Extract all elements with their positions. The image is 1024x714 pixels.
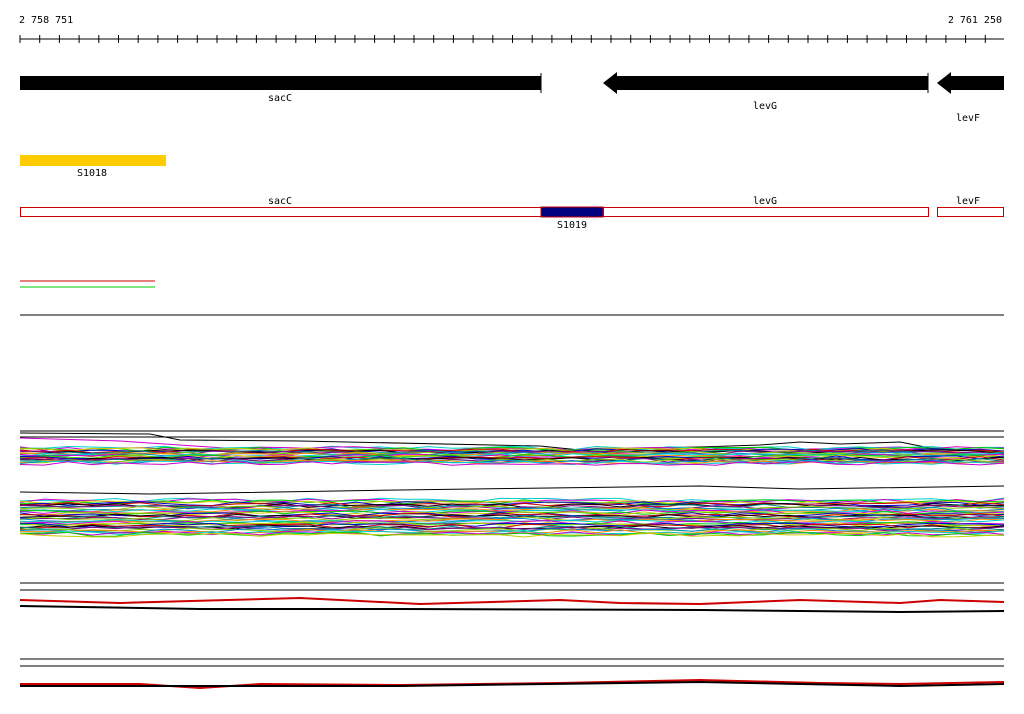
transcript-label-levG: levG (753, 196, 777, 207)
transcript-track[interactable]: sacC levG levF S1019 (20, 196, 1004, 231)
feature-bar-S1019[interactable] (540, 206, 604, 218)
gene-label-levG: levG (753, 101, 777, 112)
feature-label-S1018: S1018 (77, 168, 107, 179)
expression-track-3 (19, 582, 1005, 614)
transcript-label-levF: levF (956, 196, 980, 207)
gene-track[interactable]: sacC levG levF (20, 72, 1004, 124)
transcript-box-sacC[interactable] (20, 207, 542, 217)
coordinate-ruler (19, 35, 1004, 43)
gene-arrow-sacC[interactable] (20, 76, 541, 90)
transcript-box-levF[interactable] (937, 207, 1004, 217)
feature-S1018[interactable]: S1018 (20, 155, 166, 179)
gene-sacC[interactable]: sacC (20, 73, 542, 104)
coord-start-label: 2 758 751 (19, 15, 73, 26)
expression-track-4 (20, 658, 1005, 690)
gene-levF[interactable]: levF (937, 72, 1004, 124)
transcript-box-levG[interactable] (603, 207, 929, 217)
feature-label-S1019: S1019 (557, 220, 587, 231)
expression-track-1 (19, 430, 1005, 466)
expression-track-2 (19, 485, 1005, 538)
feature-bar-S1018[interactable] (20, 155, 166, 166)
gene-arrow-levG[interactable] (603, 72, 928, 94)
gene-label-levF: levF (956, 113, 980, 124)
coord-end-label: 2 761 250 (948, 15, 1002, 26)
gene-arrow-levF[interactable] (937, 72, 1004, 94)
transcript-label-sacC: sacC (268, 196, 292, 207)
genome-browser-view: 2 758 751 2 761 250 sacC levG levF S1018… (19, 15, 1005, 690)
legend-lines (20, 280, 155, 288)
gene-levG[interactable]: levG (603, 72, 929, 112)
gene-label-sacC: sacC (268, 93, 292, 104)
